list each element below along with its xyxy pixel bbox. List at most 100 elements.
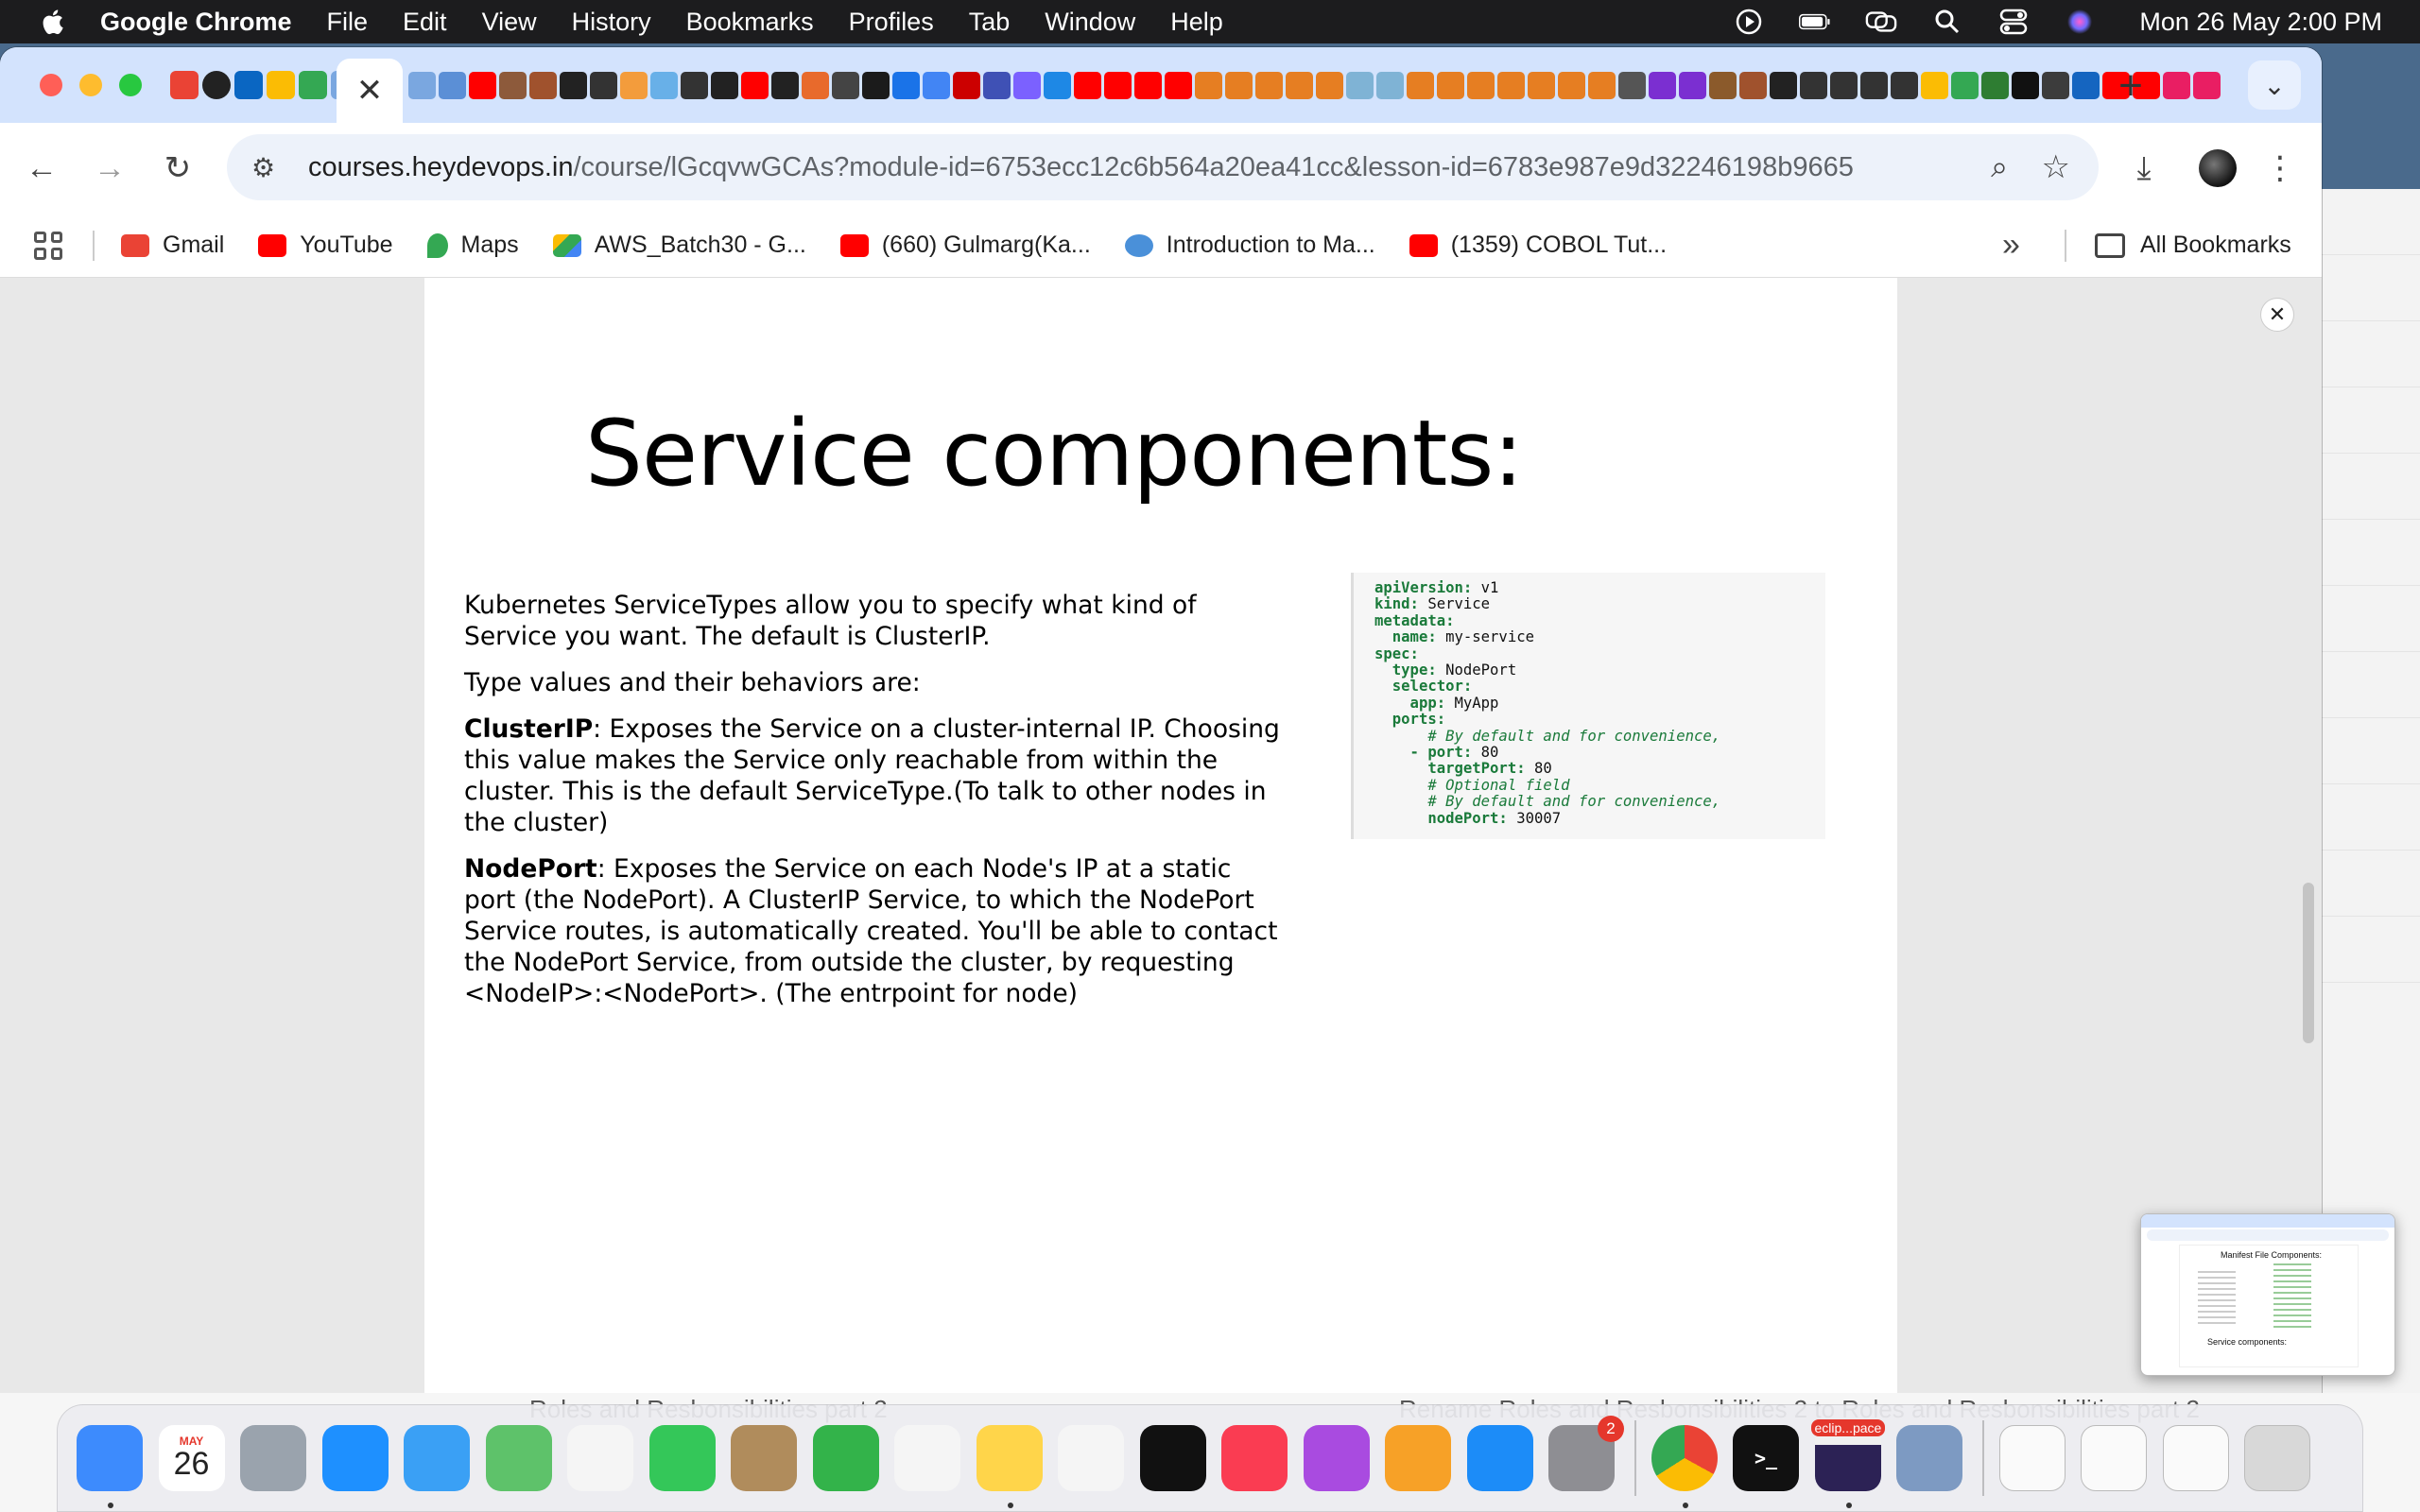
tab-favicon[interactable]	[771, 71, 799, 99]
close-overlay-button[interactable]: ✕	[2261, 299, 2293, 331]
tab-favicon[interactable]	[1437, 71, 1464, 99]
minimize-window-button[interactable]	[79, 74, 102, 96]
tab-favicon[interactable]	[862, 71, 890, 99]
tab-favicon[interactable]	[590, 71, 617, 99]
tab-favicon[interactable]	[2193, 71, 2221, 99]
tab-favicon[interactable]	[1679, 71, 1706, 99]
tab-favicon[interactable]	[469, 71, 496, 99]
tab-favicon[interactable]	[1286, 71, 1313, 99]
menu-help[interactable]: Help	[1170, 8, 1223, 37]
tab-favicon[interactable]	[1346, 71, 1374, 99]
tab-favicon[interactable]	[2012, 71, 2039, 99]
dock-chrome-icon[interactable]	[1651, 1425, 1718, 1508]
tab-favicon[interactable]	[1709, 71, 1737, 99]
bookmark-gulmarg[interactable]: (660) Gulmarg(Ka...	[839, 232, 1091, 259]
bookmark-aws-batch[interactable]: AWS_Batch30 - G...	[552, 232, 806, 259]
menu-edit[interactable]: Edit	[403, 8, 447, 37]
tab-favicon[interactable]	[170, 71, 199, 99]
tab-favicon[interactable]	[650, 71, 678, 99]
dock-trash-icon[interactable]	[2244, 1425, 2310, 1491]
tab-favicon[interactable]	[923, 71, 950, 99]
spotlight-search-icon[interactable]	[1931, 8, 1963, 36]
tab-favicon[interactable]	[1618, 71, 1646, 99]
dock-apple-tv-icon[interactable]	[1139, 1425, 1206, 1491]
tab-favicon[interactable]	[741, 71, 769, 99]
screenshot-thumbnail[interactable]: Manifest File Components: Service compon…	[2140, 1213, 2395, 1376]
dock-notes-icon[interactable]	[976, 1425, 1043, 1508]
chrome-menu-button[interactable]: ⋮	[2254, 142, 2307, 195]
url-text[interactable]: courses.heydevops.in/course/lGcqvwGCAs?m…	[308, 152, 1854, 183]
new-tab-button[interactable]: +	[2112, 62, 2150, 110]
download-button[interactable]: ⤓	[2118, 142, 2170, 195]
tab-favicon[interactable]	[832, 71, 859, 99]
apps-grid-icon[interactable]	[34, 231, 62, 260]
apple-icon[interactable]	[38, 8, 66, 36]
dock-terminal-icon[interactable]: >_	[1733, 1425, 1799, 1491]
dock-freeform-icon[interactable]	[1058, 1425, 1124, 1491]
tab-favicon[interactable]	[529, 71, 557, 99]
tab-favicon[interactable]	[681, 71, 708, 99]
tab-favicon[interactable]	[953, 71, 980, 99]
bookmark-maps[interactable]: Maps	[426, 232, 519, 259]
bookmarks-overflow-button[interactable]: »	[2002, 227, 2020, 264]
tab-favicon[interactable]	[202, 71, 231, 99]
dock-safari-icon[interactable]	[321, 1425, 389, 1491]
tab-favicon[interactable]	[1951, 71, 1979, 99]
dock-system-settings-icon[interactable]: 2	[1548, 1416, 1624, 1491]
tab-favicon[interactable]	[892, 71, 920, 99]
menu-app-name[interactable]: Google Chrome	[100, 8, 292, 37]
menu-view[interactable]: View	[482, 8, 537, 37]
tab-favicon[interactable]	[234, 71, 263, 99]
screen-mirroring-icon[interactable]	[1865, 8, 1897, 36]
tab-favicon[interactable]	[711, 71, 738, 99]
tab-favicon[interactable]	[1407, 71, 1434, 99]
page-scrollbar[interactable]	[2303, 883, 2314, 1043]
reload-button[interactable]: ↻	[155, 146, 200, 191]
tab-favicon[interactable]	[620, 71, 648, 99]
siri-icon[interactable]	[2064, 8, 2096, 36]
menu-profiles[interactable]: Profiles	[849, 8, 934, 37]
tab-favicon[interactable]	[1134, 71, 1162, 99]
dock-reminders-icon[interactable]	[894, 1425, 960, 1491]
tab-favicon[interactable]	[1104, 71, 1132, 99]
profile-button[interactable]	[2191, 142, 2244, 195]
tab-favicon[interactable]	[1165, 71, 1192, 99]
tab-favicon[interactable]	[1588, 71, 1616, 99]
back-button[interactable]: ←	[19, 146, 64, 191]
tab-favicon[interactable]	[1528, 71, 1555, 99]
menu-file[interactable]: File	[327, 8, 369, 37]
active-tab[interactable]: ✕	[337, 59, 403, 123]
tab-favicon[interactable]	[1770, 71, 1797, 99]
dock-contacts-icon[interactable]	[731, 1425, 797, 1491]
dock-numbers-icon[interactable]	[812, 1425, 879, 1491]
dock-mail-icon[interactable]	[404, 1425, 470, 1491]
tab-favicon[interactable]	[1225, 71, 1253, 99]
menu-tab[interactable]: Tab	[969, 8, 1011, 37]
dock-photos-icon[interactable]	[567, 1425, 633, 1491]
menu-window[interactable]: Window	[1045, 8, 1135, 37]
forward-button[interactable]: →	[87, 146, 132, 191]
bookmark-introduction[interactable]: Introduction to Ma...	[1124, 232, 1375, 259]
tab-favicon[interactable]	[267, 71, 295, 99]
tab-favicon[interactable]	[1891, 71, 1918, 99]
zoom-icon[interactable]: ⌕	[1991, 149, 2008, 185]
tab-favicon[interactable]	[1044, 71, 1071, 99]
tab-favicon[interactable]	[1981, 71, 2009, 99]
tab-favicon[interactable]	[2042, 71, 2069, 99]
tab-favicon[interactable]	[2163, 71, 2190, 99]
zoom-window-button[interactable]	[119, 74, 142, 96]
dock-music-icon[interactable]	[1221, 1425, 1288, 1491]
dock-eclipse-icon[interactable]: eclip...pace	[1810, 1419, 1886, 1508]
tab-favicon[interactable]	[560, 71, 587, 99]
tab-favicon[interactable]	[299, 71, 327, 99]
dock-preview-icon[interactable]	[1896, 1425, 1962, 1491]
dock-document-icon[interactable]	[1998, 1425, 2066, 1491]
dock-app-store-icon[interactable]	[1466, 1425, 1533, 1491]
tab-favicon[interactable]	[1739, 71, 1767, 99]
menu-bookmarks[interactable]: Bookmarks	[686, 8, 814, 37]
address-bar[interactable]: ⚙ courses.heydevops.in/course/lGcqvwGCAs…	[227, 134, 2099, 200]
play-status-icon[interactable]	[1733, 8, 1765, 36]
tab-favicon[interactable]	[1800, 71, 1827, 99]
tab-favicon[interactable]	[1467, 71, 1495, 99]
tab-favicon[interactable]	[1497, 71, 1525, 99]
